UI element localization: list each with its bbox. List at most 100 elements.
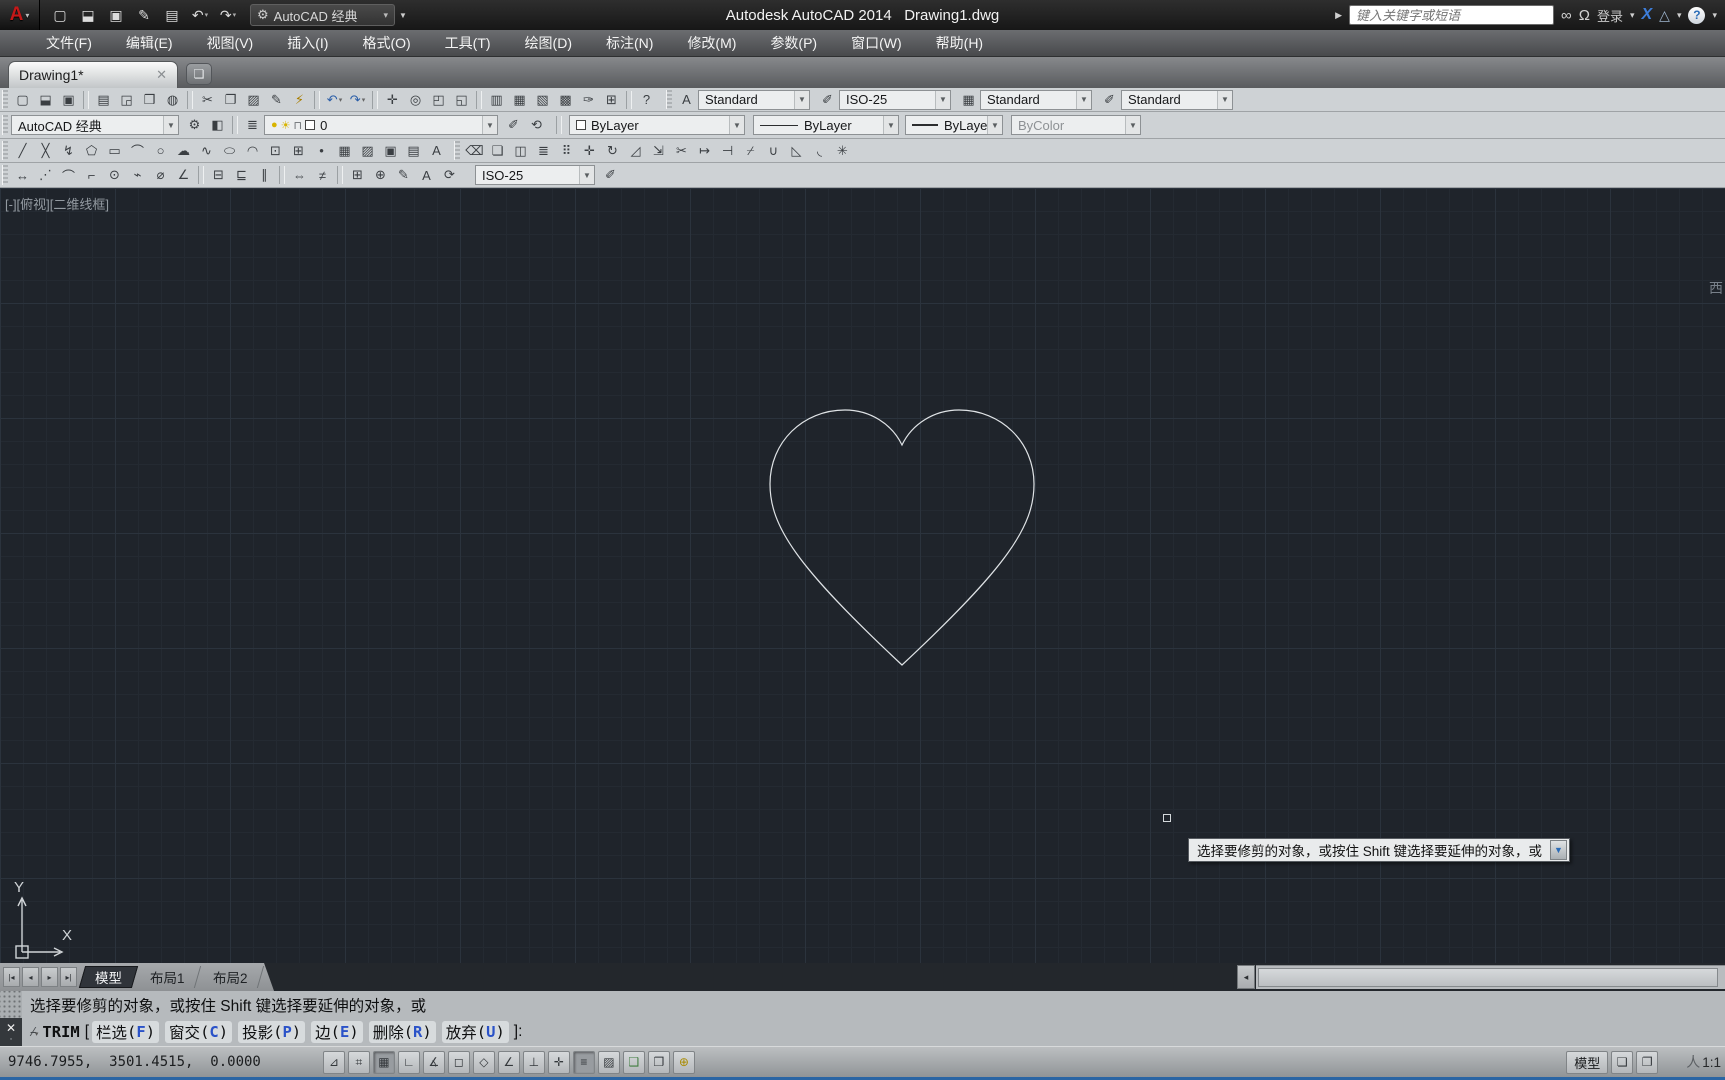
block-editor-icon[interactable]: ⚡ <box>288 90 311 110</box>
layer-previous-icon[interactable]: ⟲ <box>525 115 548 135</box>
save-icon[interactable]: ▣ <box>104 4 128 26</box>
array-icon[interactable]: ⠿ <box>555 141 578 161</box>
circle-icon[interactable]: ○ <box>149 141 172 161</box>
plot-preview-icon[interactable]: ◲ <box>115 90 138 110</box>
ellipse-arc-icon[interactable]: ◠ <box>241 141 264 161</box>
explode-icon[interactable]: ✳ <box>831 141 854 161</box>
command-prompt-line[interactable]: -∕-▾ TRIM [ 栏选F窗交C投影P边E删除R放弃U ]: <box>30 1018 1725 1045</box>
layer-lock-icon[interactable]: ⊓ <box>294 119 303 132</box>
copy-object-icon[interactable]: ❏ <box>486 141 509 161</box>
copy-icon[interactable]: ❐ <box>219 90 242 110</box>
scrollbar-thumb[interactable] <box>1258 968 1718 987</box>
grid-toggle[interactable]: ▦ <box>373 1051 395 1074</box>
menu-edit[interactable]: 编辑(E) <box>126 33 173 53</box>
dim-angular-icon[interactable]: ∠ <box>172 165 195 185</box>
ortho-toggle[interactable]: ∟ <box>398 1051 420 1074</box>
search-icon[interactable]: ∞ <box>1561 7 1572 24</box>
mleader-style-combo[interactable]: Standard▼ <box>1121 90 1233 110</box>
hatch-icon[interactable]: ▦ <box>333 141 356 161</box>
table-style-combo[interactable]: Standard▼ <box>980 90 1092 110</box>
osnap-toggle[interactable]: ◻ <box>448 1051 470 1074</box>
dim-space-icon[interactable]: ⇔ <box>288 165 311 185</box>
arc-icon[interactable]: ⌒ <box>126 141 149 161</box>
hscroll-left-button[interactable]: ◂ <box>1237 965 1255 989</box>
polar-toggle[interactable]: ∡ <box>423 1051 445 1074</box>
dim-style-combo[interactable]: ISO-25▼ <box>839 90 951 110</box>
chevron-down-icon[interactable]: ▼ <box>163 116 178 134</box>
insert-block-icon[interactable]: ⊡ <box>264 141 287 161</box>
toolbar-grip[interactable] <box>666 90 672 108</box>
dim-text-edit-icon[interactable]: A <box>415 165 438 185</box>
dim-ordinate-icon[interactable]: ⌐ <box>80 165 103 185</box>
help-icon[interactable]: ? <box>1688 7 1705 24</box>
properties-icon[interactable]: ▥ <box>485 90 508 110</box>
command-window-grip[interactable] <box>0 991 22 1018</box>
paste-icon[interactable]: ▨ <box>242 90 265 110</box>
line-icon[interactable]: ╱ <box>11 141 34 161</box>
menu-draw[interactable]: 绘图(D) <box>525 33 572 53</box>
osnap-3d-toggle[interactable]: ◇ <box>473 1051 495 1074</box>
trim-icon[interactable]: ✂ <box>670 141 693 161</box>
annotation-monitor-toggle[interactable]: ⊕ <box>673 1051 695 1074</box>
horizontal-scrollbar[interactable] <box>1256 965 1725 989</box>
chevron-down-icon[interactable]: ▼ <box>987 116 1002 134</box>
save-icon[interactable]: ▣ <box>57 90 80 110</box>
model-space-button[interactable]: 模型 <box>1566 1051 1608 1074</box>
menu-tools[interactable]: 工具(T) <box>445 33 491 53</box>
menu-modify[interactable]: 修改(M) <box>687 33 736 53</box>
ellipse-icon[interactable]: ⬭ <box>218 141 241 161</box>
tool-palettes-icon[interactable]: ▧ <box>531 90 554 110</box>
qat-customize-button[interactable]: ▼ <box>399 11 406 20</box>
lineweight-toggle[interactable]: ≡ <box>573 1051 595 1074</box>
spline-icon[interactable]: ∿ <box>195 141 218 161</box>
make-layer-current-icon[interactable]: ✐ <box>502 115 525 135</box>
command-option[interactable]: 删除R <box>369 1021 436 1043</box>
command-line-window[interactable]: ✕▫ 选择要修剪的对象，或按住 Shift 键选择要延伸的对象，或 -∕-▾ T… <box>0 991 1725 1046</box>
undo-icon[interactable]: ↶▾ <box>323 90 346 110</box>
chevron-down-icon[interactable]: ▼ <box>1217 91 1232 109</box>
tab-next-button[interactable]: ▸ <box>41 967 58 987</box>
offset-icon[interactable]: ≣ <box>532 141 555 161</box>
chevron-down-icon[interactable]: ▾ <box>1677 10 1682 21</box>
break-icon[interactable]: ⌿ <box>739 141 762 161</box>
tab-model[interactable]: 模型 <box>79 966 138 988</box>
rotate-icon[interactable]: ↻ <box>601 141 624 161</box>
construction-line-icon[interactable]: ╳ <box>34 141 57 161</box>
new-icon[interactable]: ▢ <box>11 90 34 110</box>
command-option[interactable]: 窗交C <box>165 1021 232 1043</box>
tab-last-button[interactable]: ▸| <box>60 967 77 987</box>
dim-continue-icon[interactable]: ∥ <box>253 165 276 185</box>
dim-arclength-icon[interactable]: ⌒ <box>57 165 80 185</box>
chevron-down-icon[interactable]: ▼ <box>935 91 950 109</box>
plot-icon[interactable]: ▤ <box>160 4 184 26</box>
command-option[interactable]: 边E <box>311 1021 363 1043</box>
workspace-combo[interactable]: AutoCAD 经典▼ <box>11 115 179 135</box>
transparency-toggle[interactable]: ▨ <box>598 1051 620 1074</box>
quick-view-drawings-button[interactable]: ❐ <box>1636 1051 1658 1074</box>
command-line-icon[interactable]: -∕-▾ <box>30 1024 38 1039</box>
menu-window[interactable]: 窗口(W) <box>851 33 902 53</box>
infer-constraints-toggle[interactable]: ⊿ <box>323 1051 345 1074</box>
layer-thaw-icon[interactable]: ☀ <box>281 119 291 132</box>
sheetset-manager-icon[interactable]: ▩ <box>554 90 577 110</box>
workspace-settings-icon[interactable]: ⚙ <box>183 115 206 135</box>
command-option[interactable]: 投影P <box>238 1021 305 1043</box>
autodesk360-icon[interactable]: △ <box>1659 7 1670 24</box>
menu-view[interactable]: 视图(V) <box>207 33 254 53</box>
new-drawing-tab-button[interactable]: ❏ <box>186 63 212 85</box>
plot-style-combo[interactable]: ByColor▼ <box>1011 115 1141 135</box>
quick-view-layouts-button[interactable]: ❏ <box>1611 1051 1633 1074</box>
menu-dimension[interactable]: 标注(N) <box>606 33 653 53</box>
gradient-icon[interactable]: ▨ <box>356 141 379 161</box>
open-icon[interactable]: ⬓ <box>34 90 57 110</box>
chevron-down-icon[interactable]: ▼ <box>794 91 809 109</box>
toolbar-grip[interactable] <box>2 141 8 159</box>
selection-cycling-toggle[interactable]: ❐ <box>648 1051 670 1074</box>
zoom-realtime-icon[interactable]: ◎ <box>404 90 427 110</box>
menu-help[interactable]: 帮助(H) <box>936 33 983 53</box>
scale-icon[interactable]: ◿ <box>624 141 647 161</box>
quick-properties-toggle[interactable]: ❑ <box>623 1051 645 1074</box>
dim-baseline-icon[interactable]: ⊑ <box>230 165 253 185</box>
break-at-point-icon[interactable]: ⊣ <box>716 141 739 161</box>
dim-style-toolbar-combo[interactable]: ISO-25▼ <box>475 165 595 185</box>
